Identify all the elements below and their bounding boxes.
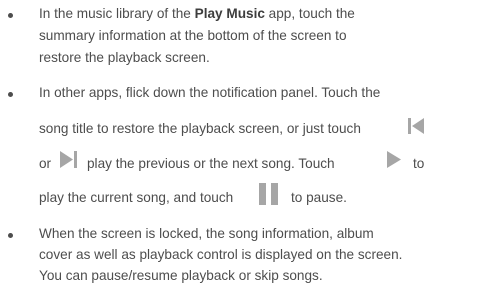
bullet-dot	[8, 13, 13, 18]
text-line: to pause.	[291, 190, 347, 205]
bullet-dot	[8, 92, 13, 97]
text-line: play the previous or the next song. Touc…	[87, 156, 335, 171]
app-name: Play Music	[194, 6, 265, 21]
text-line: cover as well as playback control is dis…	[39, 247, 403, 262]
text-span: or	[39, 156, 52, 171]
text-line: You can pause/resume playback or skip so…	[39, 268, 323, 283]
text-line: When the screen is locked, the song info…	[39, 226, 374, 241]
text-line: restore the playback screen.	[39, 50, 210, 65]
text-line: summary information at the bottom of the…	[39, 28, 347, 43]
pause-icon	[259, 183, 278, 205]
skip-next-icon	[60, 151, 77, 168]
text-line: to	[413, 156, 425, 171]
text-line: play the current song, and touch	[39, 190, 234, 205]
play-icon	[387, 151, 401, 168]
instruction-page: In the music library of the Play Music a…	[0, 0, 477, 295]
text-span: app, touch the	[264, 6, 355, 21]
bullet-dot	[8, 233, 13, 238]
text-line: or	[39, 155, 51, 172]
skip-previous-icon	[408, 118, 424, 134]
text-line: In the music library of the Play Music a…	[39, 5, 355, 22]
text-span: In the music library of the	[39, 6, 195, 21]
text-line: song title to restore the playback scree…	[39, 121, 361, 136]
text-line: In other apps, flick down the notificati…	[39, 85, 381, 100]
